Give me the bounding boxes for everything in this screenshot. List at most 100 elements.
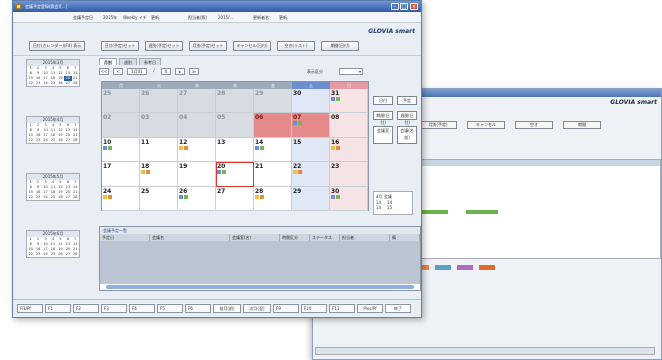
calendar-day-cell[interactable]: 16	[330, 137, 368, 163]
event-chip[interactable]	[103, 194, 107, 199]
vacancy-button[interactable]: 空き(リスト)	[277, 41, 315, 51]
mini-calendar-day[interactable]: 24	[42, 195, 49, 200]
event-chip[interactable]	[108, 194, 112, 199]
mini-calendar-day[interactable]: 27	[64, 138, 71, 143]
calendar-day-cell[interactable]: 29	[292, 186, 330, 211]
calendar-day-cell[interactable]: 17	[102, 162, 140, 187]
function-key-button[interactable]: F10	[301, 304, 327, 313]
calendar-day-cell[interactable]: 03	[140, 113, 178, 138]
event-chip[interactable]	[179, 145, 183, 150]
calendar-day-cell[interactable]: 11	[140, 137, 178, 163]
calendar-day-cell[interactable]: 20	[216, 162, 254, 187]
event-chip[interactable]	[336, 194, 340, 199]
last-page-button[interactable]: ≫	[189, 68, 199, 75]
prev-page-button[interactable]: <	[113, 68, 123, 75]
event-chip[interactable]	[293, 170, 297, 175]
mini-calendar-day[interactable]: 23	[34, 195, 41, 200]
month-field[interactable]: 1月01	[127, 68, 147, 75]
bg-button[interactable]: 空き	[515, 121, 553, 129]
calendar-day-cell[interactable]: 02	[102, 113, 140, 138]
calendar-day-cell[interactable]: 04	[178, 113, 216, 138]
function-key-button[interactable]: 次月(翌)	[243, 304, 271, 313]
event-chip[interactable]	[255, 145, 259, 150]
calendar-day-cell[interactable]: 28	[254, 186, 292, 211]
mini-calendar-day[interactable]: 22	[27, 138, 34, 143]
mini-calendar-day[interactable]: 24	[42, 252, 49, 257]
calendar-day-cell[interactable]: 14	[254, 137, 292, 163]
daily-schedule-button[interactable]: 日付(予定)セット	[101, 41, 139, 51]
mini-calendar-day[interactable]: 26	[57, 81, 64, 86]
function-key-button[interactable]: F11	[329, 304, 355, 313]
mini-calendar-day[interactable]: 28	[72, 252, 79, 257]
column-header[interactable]: 会議室(名)	[230, 234, 280, 241]
weekly-schedule-button[interactable]: 週別(予定)セット	[145, 41, 183, 51]
close-button[interactable]: ×	[410, 3, 418, 10]
event-chip[interactable]	[331, 194, 335, 199]
calendar-day-cell[interactable]: 25	[102, 89, 140, 114]
mini-calendar-day[interactable]: 27	[64, 81, 71, 86]
mini-calendar-day[interactable]: 26	[57, 252, 64, 257]
calendar-day-cell[interactable]: 26	[140, 89, 178, 114]
calendar-day-cell[interactable]: 05	[216, 113, 254, 138]
page-field[interactable]: 0	[161, 68, 171, 75]
day-button[interactable]: 日付	[373, 96, 393, 105]
week-day-button[interactable]: 週間(日付)	[397, 111, 417, 125]
column-header[interactable]: 予定日	[100, 234, 150, 241]
event-chip[interactable]	[331, 97, 335, 101]
function-key-button[interactable]: F6	[185, 304, 211, 313]
event-chip[interactable]	[331, 145, 335, 150]
event-chip[interactable]	[184, 145, 188, 150]
mini-calendar-day[interactable]: 27	[64, 252, 71, 257]
mini-calendar-day[interactable]: 28	[72, 81, 79, 86]
calendar-day-cell[interactable]: 26	[178, 186, 216, 211]
meeting-name-button[interactable]: 会議(名前)	[397, 126, 417, 144]
calendar-day-cell[interactable]: 22	[292, 162, 330, 187]
event-chip[interactable]	[141, 170, 145, 175]
mini-calendar-day[interactable]: 28	[72, 138, 79, 143]
calendar-day-cell[interactable]: 10	[102, 137, 140, 163]
list-body[interactable]	[100, 241, 420, 284]
mini-calendar-day[interactable]: 24	[42, 138, 49, 143]
function-key-button[interactable]: F9	[273, 304, 299, 313]
function-key-button[interactable]: F2	[73, 304, 99, 313]
calendar-day-cell[interactable]: 19	[178, 162, 216, 187]
bg-button[interactable]: キャンセル	[467, 121, 505, 129]
mini-calendar-day[interactable]: 22	[27, 195, 34, 200]
calendar-day-cell[interactable]: 30	[330, 186, 368, 211]
calendar-day-cell[interactable]: 06	[254, 113, 292, 138]
event-chip[interactable]	[260, 194, 264, 199]
event-chip[interactable]	[146, 170, 150, 175]
period-day-button[interactable]: 期間(日付)	[373, 111, 393, 125]
mini-calendar-day[interactable]: 28	[72, 195, 79, 200]
function-key-button[interactable]: F5	[157, 304, 183, 313]
maximize-button[interactable]: □	[400, 3, 408, 10]
function-key-button[interactable]: F4	[129, 304, 155, 313]
mini-calendar-day[interactable]: 26	[57, 195, 64, 200]
calendar-day-cell[interactable]: 28	[216, 89, 254, 114]
event-chip[interactable]	[255, 194, 259, 199]
mini-calendar-day[interactable]: 22	[27, 252, 34, 257]
calendar-day-cell[interactable]: 18	[140, 162, 178, 187]
event-chip[interactable]	[217, 170, 221, 175]
event-chip[interactable]	[298, 170, 302, 175]
calendar-day-cell[interactable]: 30	[292, 89, 330, 114]
event-chip[interactable]	[293, 121, 297, 126]
calendar-day-cell[interactable]: 29	[254, 89, 292, 114]
mini-calendar-day[interactable]: 25	[49, 138, 56, 143]
schedule-button[interactable]: 予定	[397, 96, 417, 105]
tab-reference[interactable]: 参考日	[139, 58, 161, 65]
column-header[interactable]: ステータス	[310, 234, 340, 241]
calendar-day-cell[interactable]: 24	[102, 186, 140, 211]
calendar-day-cell[interactable]: 21	[254, 162, 292, 187]
calendar-day-cell[interactable]: 27	[178, 89, 216, 114]
cancel-button[interactable]: キャンセル(日付)	[233, 41, 271, 51]
function-key-button[interactable]: F3	[101, 304, 127, 313]
event-chip[interactable]	[260, 145, 264, 150]
calendar-day-cell[interactable]: 31	[330, 89, 368, 114]
mini-calendar-day[interactable]: 23	[34, 252, 41, 257]
period-button[interactable]: 期間(日付)	[321, 41, 359, 51]
event-chip[interactable]	[222, 170, 226, 175]
calendar-day-cell[interactable]: 12	[178, 137, 216, 163]
mini-calendar-day[interactable]: 23	[34, 138, 41, 143]
mini-calendar-day[interactable]: 23	[34, 81, 41, 86]
